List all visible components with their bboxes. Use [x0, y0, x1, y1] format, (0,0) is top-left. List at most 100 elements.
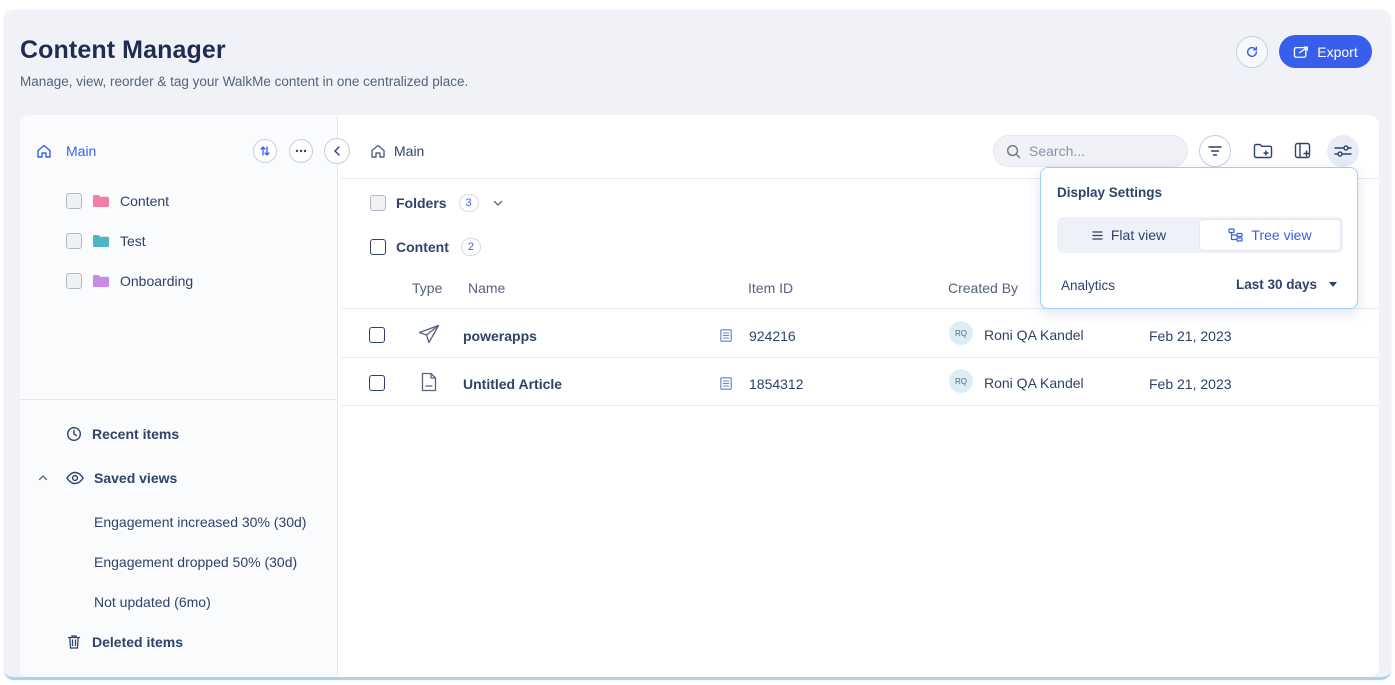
folders-group[interactable]: Folders 3 [370, 194, 503, 212]
breadcrumb-label: Main [394, 143, 425, 159]
folder-label: Onboarding [120, 273, 194, 289]
display-settings-button[interactable] [1327, 135, 1359, 167]
chevron-left-icon [334, 146, 340, 156]
content-checkbox[interactable] [370, 239, 386, 255]
row-divider [341, 357, 1379, 358]
content-label: Content [396, 239, 449, 255]
column-header-name[interactable]: Name [468, 280, 505, 296]
sidebar-item-saved-views[interactable]: Saved views [38, 470, 177, 486]
folders-count-badge: 3 [458, 194, 479, 212]
sidebar-item-deleted[interactable]: Deleted items [66, 634, 183, 650]
sidebar: Main Content Test Onboarding Recent item… [20, 115, 350, 677]
search-icon [1006, 144, 1021, 158]
export-icon [1294, 46, 1309, 58]
folders-label: Folders [396, 195, 447, 211]
more-options-button[interactable] [289, 139, 313, 163]
refresh-button[interactable] [1236, 36, 1268, 68]
flat-view-label: Flat view [1110, 227, 1167, 243]
saved-view-item[interactable]: Not updated (6mo) [94, 594, 211, 610]
popover-title: Display Settings [1057, 185, 1163, 200]
sidebar-item-main[interactable]: Main [36, 143, 96, 159]
eye-icon [66, 471, 84, 485]
saved-views-label: Saved views [94, 470, 178, 486]
row-created-by: Roni QA Kandel [984, 327, 1084, 343]
list-icon [720, 329, 732, 342]
tree-icon [1228, 228, 1244, 242]
tree-view-option[interactable]: Tree view [1199, 219, 1341, 251]
page-subtitle: Manage, view, reorder & tag your WalkMe … [20, 74, 469, 89]
deleted-items-label: Deleted items [92, 634, 184, 650]
row-date: Feb 21, 2023 [1149, 328, 1232, 344]
sliders-icon [1334, 145, 1352, 157]
refresh-icon [1246, 46, 1258, 58]
more-horizontal-icon [295, 149, 307, 153]
search-input[interactable] [1029, 143, 1169, 159]
filter-button[interactable] [1199, 135, 1231, 167]
folder-checkbox[interactable] [66, 273, 82, 289]
add-item-icon [1294, 142, 1311, 159]
content-group[interactable]: Content 2 [370, 238, 481, 256]
analytics-period-value: Last 30 days [1235, 277, 1317, 292]
clock-icon [66, 426, 82, 442]
sidebar-divider [20, 399, 338, 400]
folder-plus-icon [1253, 143, 1273, 159]
avatar: RQ [949, 369, 973, 393]
tree-view-label: Tree view [1251, 227, 1312, 243]
row-checkbox[interactable] [369, 375, 385, 391]
sidebar-folder-onboarding[interactable]: Onboarding [66, 273, 193, 289]
filter-icon [1208, 146, 1222, 156]
view-toggle: Flat view Tree view [1057, 217, 1343, 253]
sidebar-item-recent[interactable]: Recent items [66, 426, 179, 442]
analytics-period-select[interactable]: Last 30 days [1236, 277, 1337, 292]
chevron-up-icon [38, 475, 48, 481]
row-date: Feb 21, 2023 [1149, 376, 1232, 392]
collapse-sidebar-button[interactable] [324, 138, 350, 164]
saved-view-item[interactable]: Engagement increased 30% (30d) [94, 514, 306, 530]
row-item-id: 1854312 [749, 376, 804, 392]
row-name[interactable]: Untitled Article [463, 376, 562, 392]
search-box[interactable] [993, 135, 1188, 167]
folder-icon [93, 195, 109, 207]
send-icon [418, 324, 440, 344]
list-lines-icon [1092, 230, 1103, 240]
folders-checkbox[interactable] [370, 195, 386, 211]
column-header-created-by[interactable]: Created By [948, 280, 1018, 296]
breadcrumb[interactable]: Main [370, 143, 424, 159]
row-checkbox[interactable] [369, 327, 385, 343]
new-folder-button[interactable] [1247, 135, 1279, 167]
folder-icon [93, 235, 109, 247]
folder-label: Test [120, 233, 146, 249]
page-title: Content Manager [20, 36, 226, 64]
app-window: Content Manager Manage, view, reorder & … [4, 10, 1391, 680]
analytics-label: Analytics [1061, 278, 1116, 293]
display-settings-popover: Display Settings Flat view Tree view Ana… [1040, 167, 1358, 309]
content-count-badge: 2 [460, 238, 481, 256]
flat-view-option[interactable]: Flat view [1059, 219, 1199, 251]
row-divider [341, 405, 1379, 406]
sidebar-main-label: Main [66, 143, 97, 159]
caret-down-icon [1329, 282, 1337, 287]
column-header-item-id[interactable]: Item ID [748, 280, 793, 296]
sidebar-folder-test[interactable]: Test [66, 233, 146, 249]
home-icon [371, 144, 385, 158]
sort-icon [260, 146, 270, 156]
avatar: RQ [949, 321, 973, 345]
sidebar-folder-content[interactable]: Content [66, 193, 169, 209]
article-icon [421, 372, 437, 392]
folder-checkbox[interactable] [66, 233, 82, 249]
export-button[interactable]: Export [1279, 35, 1372, 68]
row-item-id: 924216 [749, 328, 796, 344]
new-item-button[interactable] [1287, 135, 1319, 167]
trash-icon [67, 635, 81, 649]
row-created-by: Roni QA Kandel [984, 375, 1084, 391]
home-icon [37, 144, 51, 158]
column-header-type[interactable]: Type [412, 280, 442, 296]
folder-checkbox[interactable] [66, 193, 82, 209]
folder-label: Content [120, 193, 170, 209]
folder-icon [93, 275, 109, 287]
sort-button[interactable] [253, 139, 277, 163]
row-name[interactable]: powerapps [463, 328, 537, 344]
list-icon [720, 377, 732, 390]
saved-view-item[interactable]: Engagement dropped 50% (30d) [94, 554, 297, 570]
chevron-down-icon[interactable] [493, 199, 503, 207]
